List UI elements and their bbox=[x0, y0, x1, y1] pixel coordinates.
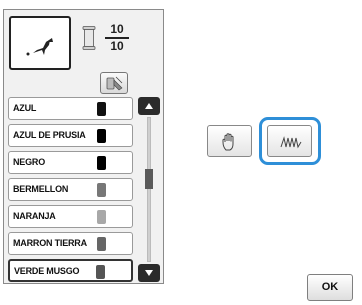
pattern-preview bbox=[9, 16, 71, 70]
thread-color-swatch bbox=[97, 210, 106, 224]
current-thread-number: 10 bbox=[110, 22, 124, 36]
list-item[interactable]: NEGRO bbox=[8, 151, 133, 174]
total-thread-number: 10 bbox=[110, 38, 124, 53]
list-item[interactable]: MARRON TIERRA bbox=[8, 232, 133, 255]
list-item-selected[interactable]: VERDE MUSGO bbox=[8, 259, 133, 282]
spool-icon bbox=[82, 26, 96, 50]
arrow-down-icon bbox=[145, 270, 153, 276]
list-item[interactable]: NARANJA bbox=[8, 205, 133, 228]
thread-change-icon bbox=[106, 76, 123, 91]
scroll-up-button[interactable] bbox=[138, 97, 160, 115]
list-item[interactable]: AZUL DE PRUSIA bbox=[8, 124, 133, 147]
thread-panel: 10 10 AZUL AZUL DE PRUSIA NEGRO BERMELLO… bbox=[3, 9, 164, 284]
move-hand-button[interactable] bbox=[207, 125, 252, 157]
thread-color-swatch bbox=[97, 183, 106, 197]
thread-color-swatch bbox=[97, 237, 106, 251]
scroll-thumb[interactable] bbox=[145, 169, 153, 189]
stitch-icon bbox=[280, 136, 302, 149]
ok-button[interactable]: OK bbox=[307, 274, 353, 301]
scroll-down-button[interactable] bbox=[138, 264, 160, 282]
thread-counter: 10 10 bbox=[82, 22, 162, 62]
list-item[interactable]: AZUL bbox=[8, 97, 133, 120]
thread-color-label: AZUL bbox=[13, 103, 37, 113]
thread-color-label: VERDE MUSGO bbox=[14, 266, 80, 276]
thread-color-label: BERMELLON bbox=[13, 184, 69, 194]
list-item[interactable]: BERMELLON bbox=[8, 178, 133, 201]
scroll-track[interactable] bbox=[147, 117, 151, 262]
thread-list-scrollbar[interactable] bbox=[137, 97, 162, 284]
thread-color-swatch bbox=[97, 102, 106, 116]
thread-color-list: AZUL AZUL DE PRUSIA NEGRO BERMELLON NARA… bbox=[8, 97, 134, 286]
pattern-thumbnail-icon bbox=[26, 38, 53, 56]
thread-color-label: AZUL DE PRUSIA bbox=[13, 130, 86, 140]
arrow-up-icon bbox=[145, 103, 153, 109]
thread-count-fraction: 10 10 bbox=[104, 22, 130, 54]
thread-color-label: NARANJA bbox=[13, 211, 56, 221]
thread-color-swatch bbox=[97, 156, 106, 170]
thread-color-swatch bbox=[96, 265, 105, 279]
thread-color-label: MARRON TIERRA bbox=[13, 238, 87, 248]
hand-icon bbox=[222, 133, 234, 151]
stitch-button[interactable] bbox=[267, 125, 312, 157]
thread-color-swatch bbox=[97, 129, 106, 143]
thread-change-button[interactable] bbox=[100, 72, 128, 94]
embroidery-edit-screen: 10 10 AZUL AZUL DE PRUSIA NEGRO BERMELLO… bbox=[0, 0, 362, 305]
thread-color-label: NEGRO bbox=[13, 157, 46, 167]
